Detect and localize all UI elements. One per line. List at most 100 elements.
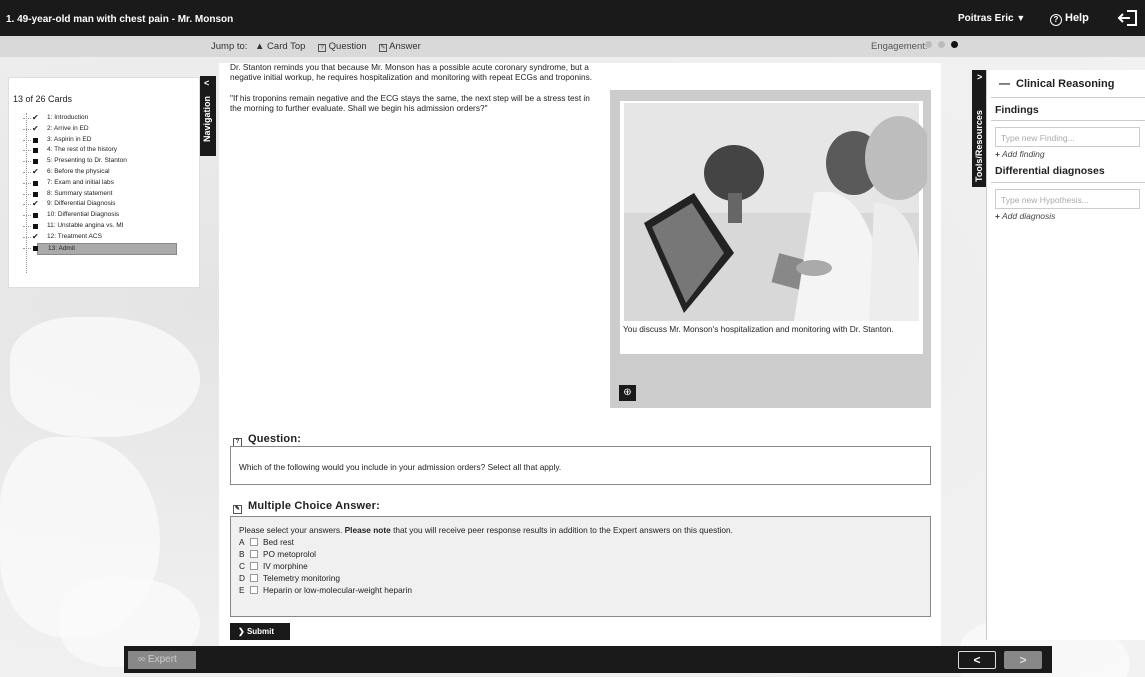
nav-card-label: 12: Treatment ACS — [47, 232, 102, 240]
square-icon — [33, 191, 38, 197]
option-checkbox[interactable] — [250, 538, 258, 546]
add-diagnosis-label: Add diagnosis — [1002, 211, 1056, 221]
add-finding-label: Add finding — [1002, 149, 1045, 159]
nav-card-label: 6: Before the physical — [47, 167, 110, 175]
nav-card-item[interactable]: ✔ 6: Before the physical — [23, 166, 185, 178]
nav-card-item[interactable]: ✔ 9: Differential Diagnosis — [23, 199, 185, 210]
image-caption: You discuss Mr. Monson's hospitalization… — [623, 324, 894, 334]
nav-card-item[interactable]: 7: Exam and initial labs — [23, 178, 185, 189]
option-letter: D — [239, 573, 245, 583]
instructions-post: that you will receive peer response resu… — [393, 525, 733, 535]
nav-card-label: 7: Exam and initial labs — [47, 178, 114, 186]
nav-card-item[interactable]: ✔ 12: Treatment ACS — [23, 231, 185, 243]
option-text: Bed rest — [263, 537, 294, 547]
jump-bar: Jump to: ▲ Card Top ? Question ✎ Answer … — [0, 36, 1145, 57]
tree-branch-line — [23, 182, 31, 184]
question-box: Which of the following would you include… — [230, 446, 931, 485]
nav-card-item[interactable]: 4: The rest of the history — [23, 145, 185, 156]
tree-branch-line — [23, 161, 31, 163]
expert-button[interactable]: ∞ Expert — [128, 651, 196, 669]
answer-option[interactable]: A Bed rest — [239, 536, 922, 548]
navigation-tab[interactable]: < Navigation — [200, 76, 216, 156]
edit-icon: ✎ — [379, 44, 387, 52]
checkmark-icon: ✔ — [32, 166, 39, 176]
logout-icon[interactable] — [1117, 9, 1139, 27]
answer-instructions: Please select your answers. Please note … — [239, 525, 922, 535]
nav-card-item[interactable]: ✔ 2: Arrive in ED — [23, 123, 185, 135]
nav-card-item[interactable]: 13: Admit — [23, 242, 185, 256]
tree-branch-line — [23, 118, 31, 119]
question-heading-text: Question: — [248, 433, 302, 445]
clinical-reasoning-header[interactable]: — Clinical Reasoning — [991, 70, 1145, 98]
chevron-left-icon: < — [973, 653, 981, 667]
nav-card-item[interactable]: 11: Unstable angina vs. MI — [23, 221, 185, 232]
option-letter: C — [239, 561, 245, 571]
nav-card-label: 9: Differential Diagnosis — [47, 200, 116, 208]
square-icon — [33, 223, 38, 229]
answer-heading-text: Multiple Choice Answer: — [248, 500, 380, 512]
checkmark-icon: ✔ — [32, 123, 39, 133]
answer-option[interactable]: D Telemetry monitoring — [239, 572, 922, 584]
option-checkbox[interactable] — [250, 574, 258, 582]
option-text: PO metoprolol — [263, 549, 317, 559]
navigation-panel: 13 of 26 Cards ✔ 1: Introduction ✔ 2: Arriv… — [8, 77, 200, 288]
chevron-left-icon: < — [204, 78, 210, 88]
answer-option[interactable]: B PO metoprolol — [239, 548, 922, 560]
submit-button[interactable]: ❯ Submit — [230, 623, 290, 640]
card-paragraph-1: Dr. Stanton reminds you that because Mr.… — [230, 62, 593, 82]
jump-to-label: Jump to: — [211, 41, 248, 52]
clinical-reasoning-title: Clinical Reasoning — [1016, 78, 1115, 90]
nav-card-item[interactable]: 3: Aspirin in ED — [23, 135, 185, 146]
answer-option[interactable]: E Heparin or low-molecular-weight heparin — [239, 584, 922, 596]
checkmark-icon: ✔ — [32, 113, 39, 122]
chevron-down-icon: ▼ — [1016, 13, 1026, 23]
card-image-frame — [620, 101, 927, 354]
option-text: IV morphine — [263, 561, 308, 571]
option-checkbox[interactable] — [250, 562, 258, 570]
checkmark-icon: ✔ — [32, 231, 39, 241]
jump-question[interactable]: ? Question — [318, 41, 367, 52]
option-letter: E — [239, 585, 245, 595]
tree-branch-line — [23, 225, 31, 227]
question-heading: ? Question: — [233, 433, 301, 447]
option-text: Heparin or low-molecular-weight heparin — [263, 585, 412, 595]
engagement-dot-3 — [951, 41, 958, 48]
hypothesis-input[interactable]: Type new Hypothesis... — [995, 189, 1140, 209]
card-tree: ✔ 1: Introduction ✔ 2: Arrive in ED 3: Aspir… — [23, 113, 185, 273]
option-text: Telemetry monitoring — [263, 573, 341, 583]
previous-card-button[interactable]: < — [958, 651, 996, 669]
jump-card-top[interactable]: ▲ Card Top — [255, 41, 305, 52]
nav-card-item[interactable]: 10: Differential Diagnosis — [23, 210, 185, 221]
nav-card-label: 4: The rest of the history — [47, 146, 117, 154]
tree-branch-line — [23, 139, 31, 141]
add-finding-link[interactable]: + Add finding — [995, 149, 1045, 159]
nav-card-label: 10: Differential Diagnosis — [47, 211, 120, 219]
option-checkbox[interactable] — [250, 550, 258, 558]
zoom-in-icon[interactable]: ⊕ — [619, 385, 636, 401]
option-checkbox[interactable] — [250, 586, 258, 594]
finding-input[interactable]: Type new Finding... — [995, 127, 1140, 147]
add-diagnosis-link[interactable]: + Add diagnosis — [995, 211, 1055, 221]
user-menu[interactable]: Poitras Eric ▼ — [958, 13, 1025, 24]
doctors-at-computer-image — [624, 103, 927, 321]
nav-card-item[interactable]: 5: Presenting to Dr. Stanton — [23, 156, 185, 167]
plus-icon: + — [995, 149, 1000, 159]
edit-box-icon: ✎ — [233, 505, 242, 514]
divider — [991, 182, 1145, 183]
nav-card-item[interactable]: ✔ 1: Introduction — [23, 113, 185, 124]
answer-option[interactable]: C IV morphine — [239, 560, 922, 572]
tree-branch-line — [23, 128, 31, 130]
divider — [991, 120, 1145, 121]
navigation-tab-label: Navigation — [202, 95, 212, 142]
clinical-reasoning-panel: — Clinical Reasoning Findings Type new Fi… — [986, 70, 1145, 640]
jump-answer[interactable]: ✎ Answer — [379, 41, 421, 52]
top-bar: 1. 49-year-old man with chest pain - Mr.… — [0, 0, 1145, 36]
next-card-button[interactable]: > — [1004, 651, 1042, 669]
nav-card-label: 11: Unstable angina vs. MI — [47, 221, 124, 229]
question-jump-label: Question — [328, 41, 367, 52]
question-icon: ? — [318, 44, 326, 52]
tree-branch-line — [23, 236, 31, 238]
nav-card-item[interactable]: 8: Summary statement — [23, 189, 185, 200]
square-icon — [33, 148, 38, 154]
help-button[interactable]: ? Help — [1050, 12, 1089, 26]
